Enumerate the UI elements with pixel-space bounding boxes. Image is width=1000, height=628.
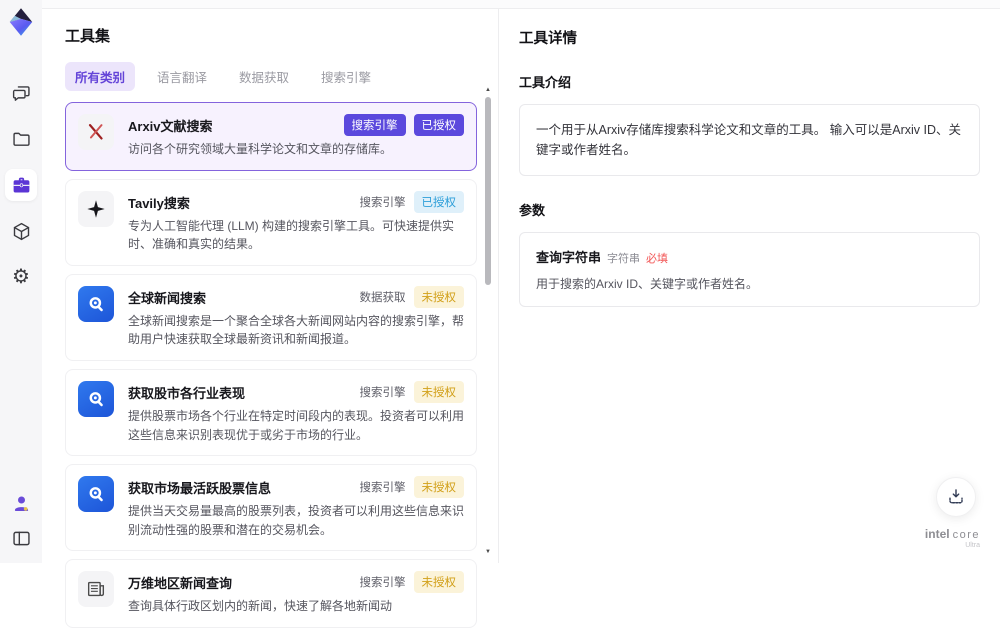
tool-badges: 搜索引擎 未授权 [359,571,464,594]
category-tabs: 所有类别 语言翻译 数据获取 搜索引擎 [65,62,498,91]
parameter-required-badge: 必填 [646,253,669,265]
tool-title: Tavily搜索 [128,195,190,211]
intel-core-logo: intel core Ultra [924,527,980,550]
auth-status-badge: 已授权 [413,190,464,213]
params-heading: 参数 [519,203,546,218]
intro-heading: 工具介绍 [519,75,572,90]
tool-card[interactable]: 获取股市各行业表现 搜索引擎 未授权 提供股票市场各个行业在特定时间段内的表现。… [65,368,477,457]
tool-card[interactable]: 全球新闻搜索 数据获取 未授权 全球新闻搜索是一个聚合全球各大新闻网站内容的搜索… [65,273,477,361]
scroll-up-icon[interactable]: ▲ [485,87,491,93]
tool-list-panel: 工具集 所有类别 语言翻译 数据获取 搜索引擎 Arxiv文献搜索 搜索引擎 已授权 … [42,9,499,628]
tool-title: 获取市场最活跃股票信息 [128,481,272,497]
search-blue-icon [78,380,114,417]
auth-status-badge: 已授权 [413,114,464,136]
sidebar-item-cube[interactable] [5,215,37,247]
tool-description: 查询具体行政区划内的新闻，快速了解各地新闻动 [128,599,393,614]
core-wordmark: core [952,529,980,542]
tool-card[interactable]: Arxiv文献搜索 搜索引擎 已授权 访问各个研究领域大量科学论文和文章的存储库… [65,102,477,171]
detail-title: 工具详情 [519,31,577,47]
collapse-panel-icon[interactable] [8,525,34,551]
sidebar-item-settings[interactable]: ⚙ [5,261,37,293]
tool-card[interactable]: 万维地区新闻查询 搜索引擎 未授权 查询具体行政区划内的新闻，快速了解各地新闻动 [65,559,477,628]
parameter-name: 查询字符串 [536,250,602,265]
gem-logo-icon [6,7,36,37]
ultra-wordmark: Ultra [965,542,980,550]
parameter-card: 查询字符串 字符串 必填 用于搜索的Arxiv ID、关键字或作者姓名。 [519,232,980,307]
user-avatar-icon[interactable] [8,490,34,516]
auth-status-badge: 未授权 [413,476,464,499]
scroll-down-icon[interactable]: ▼ [485,549,491,555]
intel-wordmark: intel [924,527,950,542]
scrollbar-thumb[interactable] [485,97,491,285]
tool-badges: 数据获取 未授权 [359,285,464,308]
newspaper-icon [78,571,114,608]
tool-badges: 搜索引擎 已授权 [343,114,464,136]
category-badge: 搜索引擎 [359,577,406,590]
auth-status-badge: 未授权 [413,571,464,594]
download-icon [949,489,963,504]
sidebar-nav: ⚙ [5,77,37,293]
sidebar-item-chat[interactable] [5,77,37,109]
tool-badges: 搜索引擎 已授权 [359,190,464,213]
top-divider [42,0,1000,9]
category-tab[interactable]: 所有类别 [65,62,136,91]
auth-status-badge: 未授权 [413,285,464,308]
category-badge: 搜索引擎 [343,114,406,136]
sparkle-icon [78,190,114,227]
category-badge: 数据获取 [359,291,406,304]
page-title: 工具集 [65,28,111,45]
tool-card[interactable]: Tavily搜索 搜索引擎 已授权 专为人工智能代理 (LLM) 构建的搜索引擎… [65,178,477,266]
auth-status-badge: 未授权 [413,380,464,403]
arxiv-icon [78,114,114,150]
tool-card[interactable]: 获取市场最活跃股票信息 搜索引擎 未授权 提供当天交易量最高的股票列表，投资者可… [65,464,477,552]
tool-badges: 搜索引擎 未授权 [359,380,464,403]
download-button[interactable] [936,477,976,517]
tool-list: Arxiv文献搜索 搜索引擎 已授权 访问各个研究领域大量科学论文和文章的存储库… [65,102,477,628]
sidebar-item-folder[interactable] [5,123,37,155]
category-badge: 搜索引擎 [359,482,406,495]
category-tab[interactable]: 数据获取 [229,62,299,91]
tool-description: 访问各个研究领域大量科学论文和文章的存储库。 [128,142,393,156]
category-tab[interactable]: 语言翻译 [147,62,217,91]
tool-detail-panel: 工具详情 工具介绍 一个用于从Arxiv存储库搜索科学论文和文章的工具。 输入可… [499,9,1000,563]
tool-title: Arxiv文献搜索 [128,119,213,134]
category-badge: 搜索引擎 [359,196,406,209]
sidebar: ⚙ [0,0,42,563]
tool-description: 全球新闻搜索是一个聚合全球各大新闻网站内容的搜索引擎，帮助用户快速获取全球最新资… [128,313,465,347]
gear-icon: ⚙ [12,266,30,288]
sidebar-item-toolbox[interactable] [5,169,37,201]
scrollbar[interactable]: ▲ ▼ [484,87,493,555]
parameter-header: 查询字符串 字符串 必填 [536,247,963,266]
category-badge: 搜索引擎 [359,386,406,399]
category-tab[interactable]: 搜索引擎 [311,62,381,91]
parameter-description: 用于搜索的Arxiv ID、关键字或作者姓名。 [536,277,759,291]
tool-description: 提供股票市场各个行业在特定时间段内的表现。投资者可以利用这些信息来识别表现优于或… [128,408,465,442]
tool-title: 全球新闻搜索 [128,290,207,306]
tool-title: 万维地区新闻查询 [128,576,233,592]
tool-intro-text: 一个用于从Arxiv存储库搜索科学论文和文章的工具。 输入可以是Arxiv ID… [519,104,980,176]
tool-badges: 搜索引擎 未授权 [359,476,464,499]
newspaper-blue-icon [78,476,114,513]
tool-description: 专为人工智能代理 (LLM) 构建的搜索引擎工具。可快速提供实时、准确和真实的结… [128,218,455,252]
search-blue-icon [78,285,114,322]
tool-description: 提供当天交易量最高的股票列表，投资者可以利用这些信息来识别流动性强的股票和潜在的… [128,504,465,537]
parameter-type: 字符串 [607,253,641,265]
tool-title: 获取股市各行业表现 [128,385,246,401]
sidebar-bottom [8,490,34,551]
